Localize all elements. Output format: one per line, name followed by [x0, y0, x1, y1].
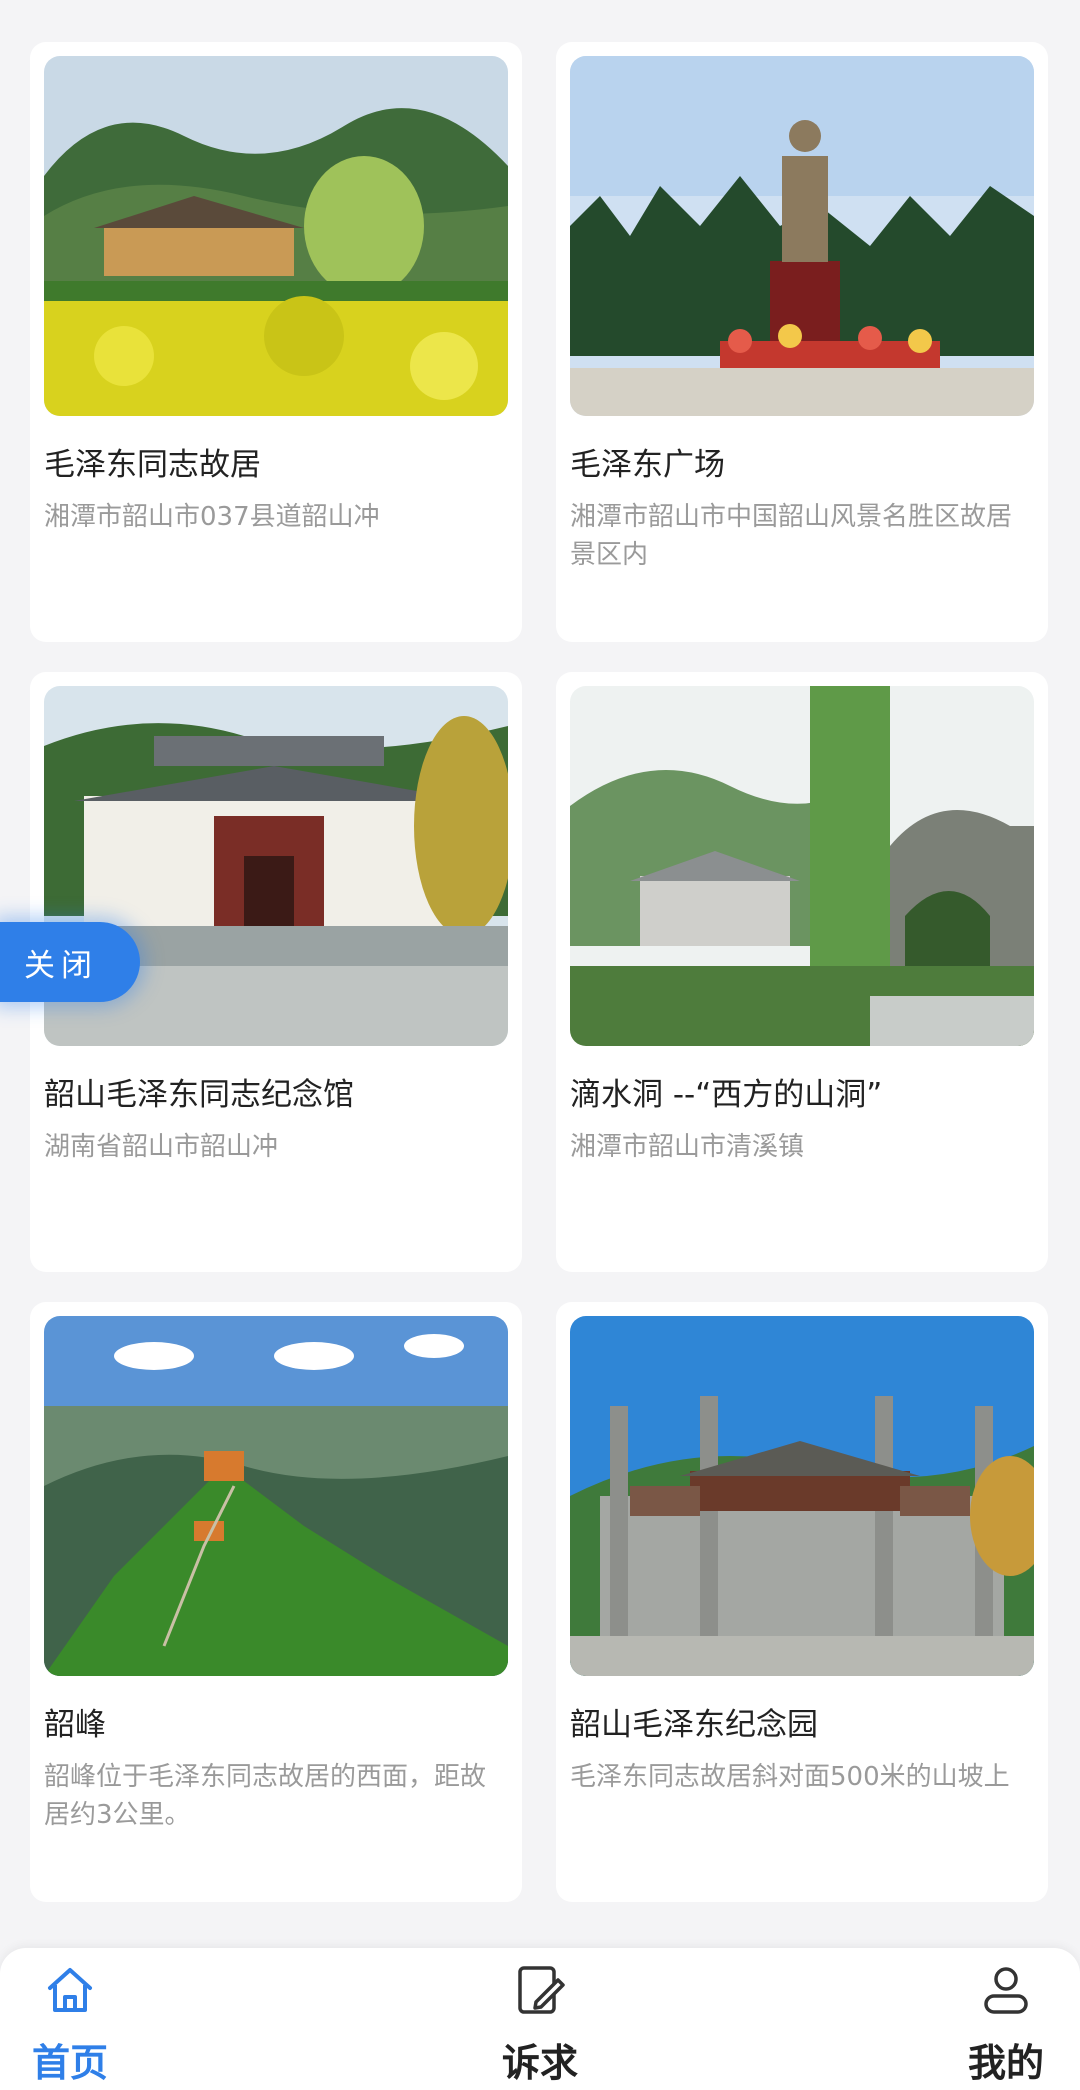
attraction-title: 毛泽东同志故居 — [44, 447, 261, 483]
close-button[interactable]: 关闭 — [0, 922, 140, 1002]
attraction-title: 韶峰 — [44, 1707, 106, 1743]
attraction-address: 湘潭市韶山市清溪镇 — [570, 1132, 805, 1162]
edit-document-icon — [518, 1966, 565, 2014]
attraction-photo — [44, 56, 508, 416]
attraction-address: 湘潭市韶山市中国韶山风景名胜区故居景区内 — [570, 502, 1013, 570]
attraction-address: 毛泽东同志故居斜对面500米的山坡上 — [570, 1762, 1010, 1792]
attraction-address: 湖南省韶山市韶山冲 — [44, 1132, 279, 1162]
home-icon — [48, 1968, 92, 2012]
attraction-card[interactable]: 毛泽东同志故居 湘潭市韶山市037县道韶山冲 — [30, 42, 522, 642]
tab-label: 首页 — [32, 2041, 109, 2085]
attraction-card[interactable]: 滴水洞 --“西方的山洞” 湘潭市韶山市清溪镇 — [556, 672, 1048, 1272]
attraction-title: 韶山毛泽东同志纪念馆 — [44, 1077, 354, 1113]
tab-label: 我的 — [968, 2041, 1045, 2085]
user-icon — [984, 1967, 1028, 2014]
attraction-title: 毛泽东广场 — [570, 447, 725, 483]
bottom-tab-bar: 首页 诉求 我的 — [0, 1948, 1080, 2090]
tab-label: 诉求 — [502, 2041, 579, 2085]
attraction-card[interactable]: 毛泽东广场 湘潭市韶山市中国韶山风景名胜区故居景区内 — [556, 42, 1048, 642]
attraction-address: 韶峰位于毛泽东同志故居的西面，距故居约3公里。 — [44, 1762, 487, 1830]
attraction-photo — [570, 56, 1034, 416]
attraction-card[interactable]: 韶峰 韶峰位于毛泽东同志故居的西面，距故居约3公里。 — [30, 1302, 522, 1902]
attraction-grid: 毛泽东同志故居 湘潭市韶山市037县道韶山冲 毛泽东广场 湘潭市韶山市中国韶山风… — [30, 42, 1050, 1902]
attraction-photo — [570, 1316, 1034, 1676]
attraction-title: 韶山毛泽东纪念园 — [570, 1707, 818, 1743]
tab-requests[interactable]: 诉求 — [502, 1964, 578, 2087]
tab-home[interactable]: 首页 — [32, 1964, 108, 2087]
attraction-photo — [44, 1316, 508, 1676]
attraction-address: 湘潭市韶山市037县道韶山冲 — [44, 502, 380, 532]
attraction-card[interactable]: 韶山毛泽东纪念园 毛泽东同志故居斜对面500米的山坡上 — [556, 1302, 1048, 1902]
attraction-photo — [570, 686, 1034, 1046]
attraction-title: 滴水洞 --“西方的山洞” — [570, 1077, 883, 1113]
tab-profile[interactable]: 我的 — [968, 1964, 1044, 2087]
